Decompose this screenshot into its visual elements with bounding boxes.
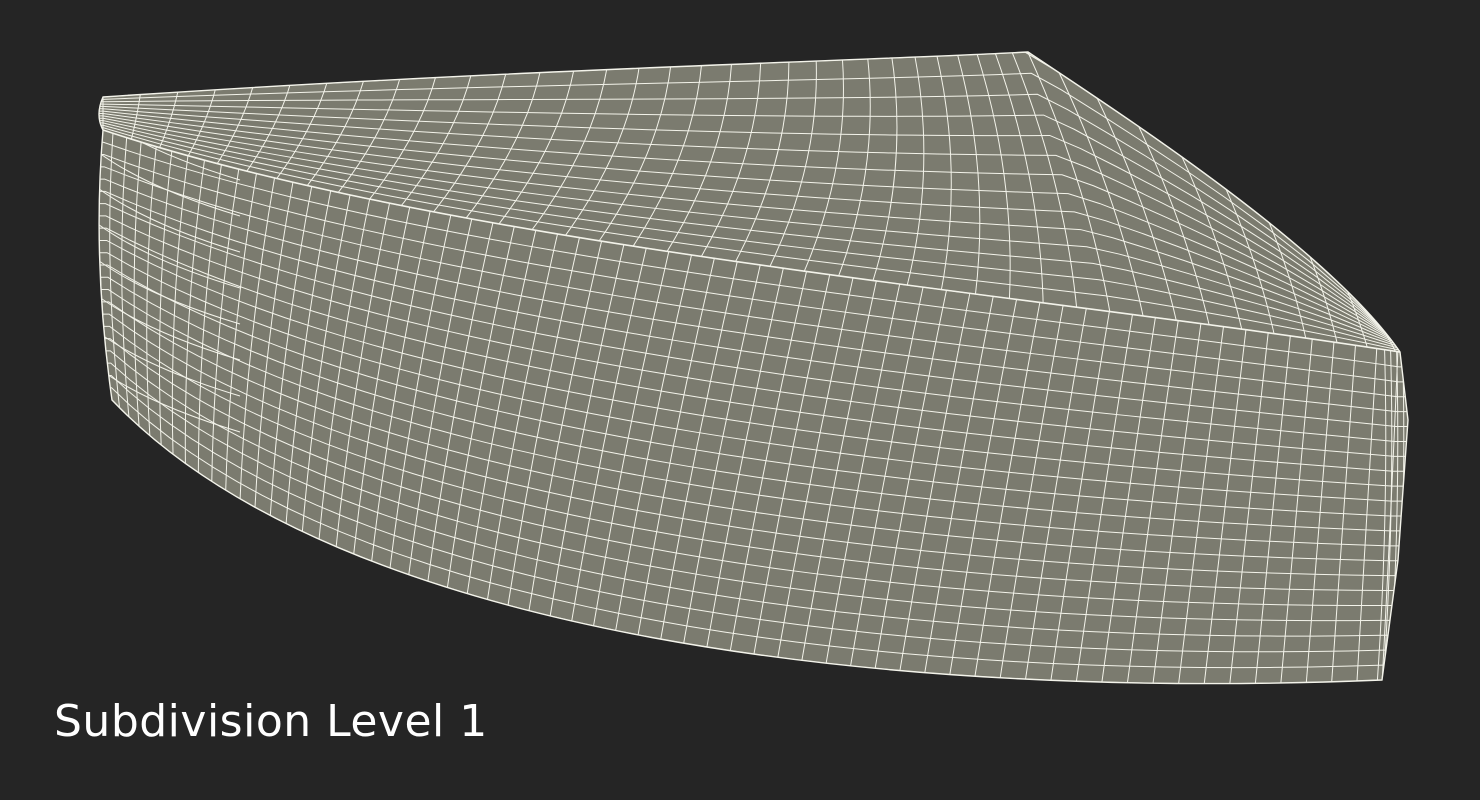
wireframe-mesh-icon [98,51,1409,685]
subdivision-caption: Subdivision Level 1 [54,696,488,747]
render-viewport: Subdivision Level 1 [0,0,1480,800]
